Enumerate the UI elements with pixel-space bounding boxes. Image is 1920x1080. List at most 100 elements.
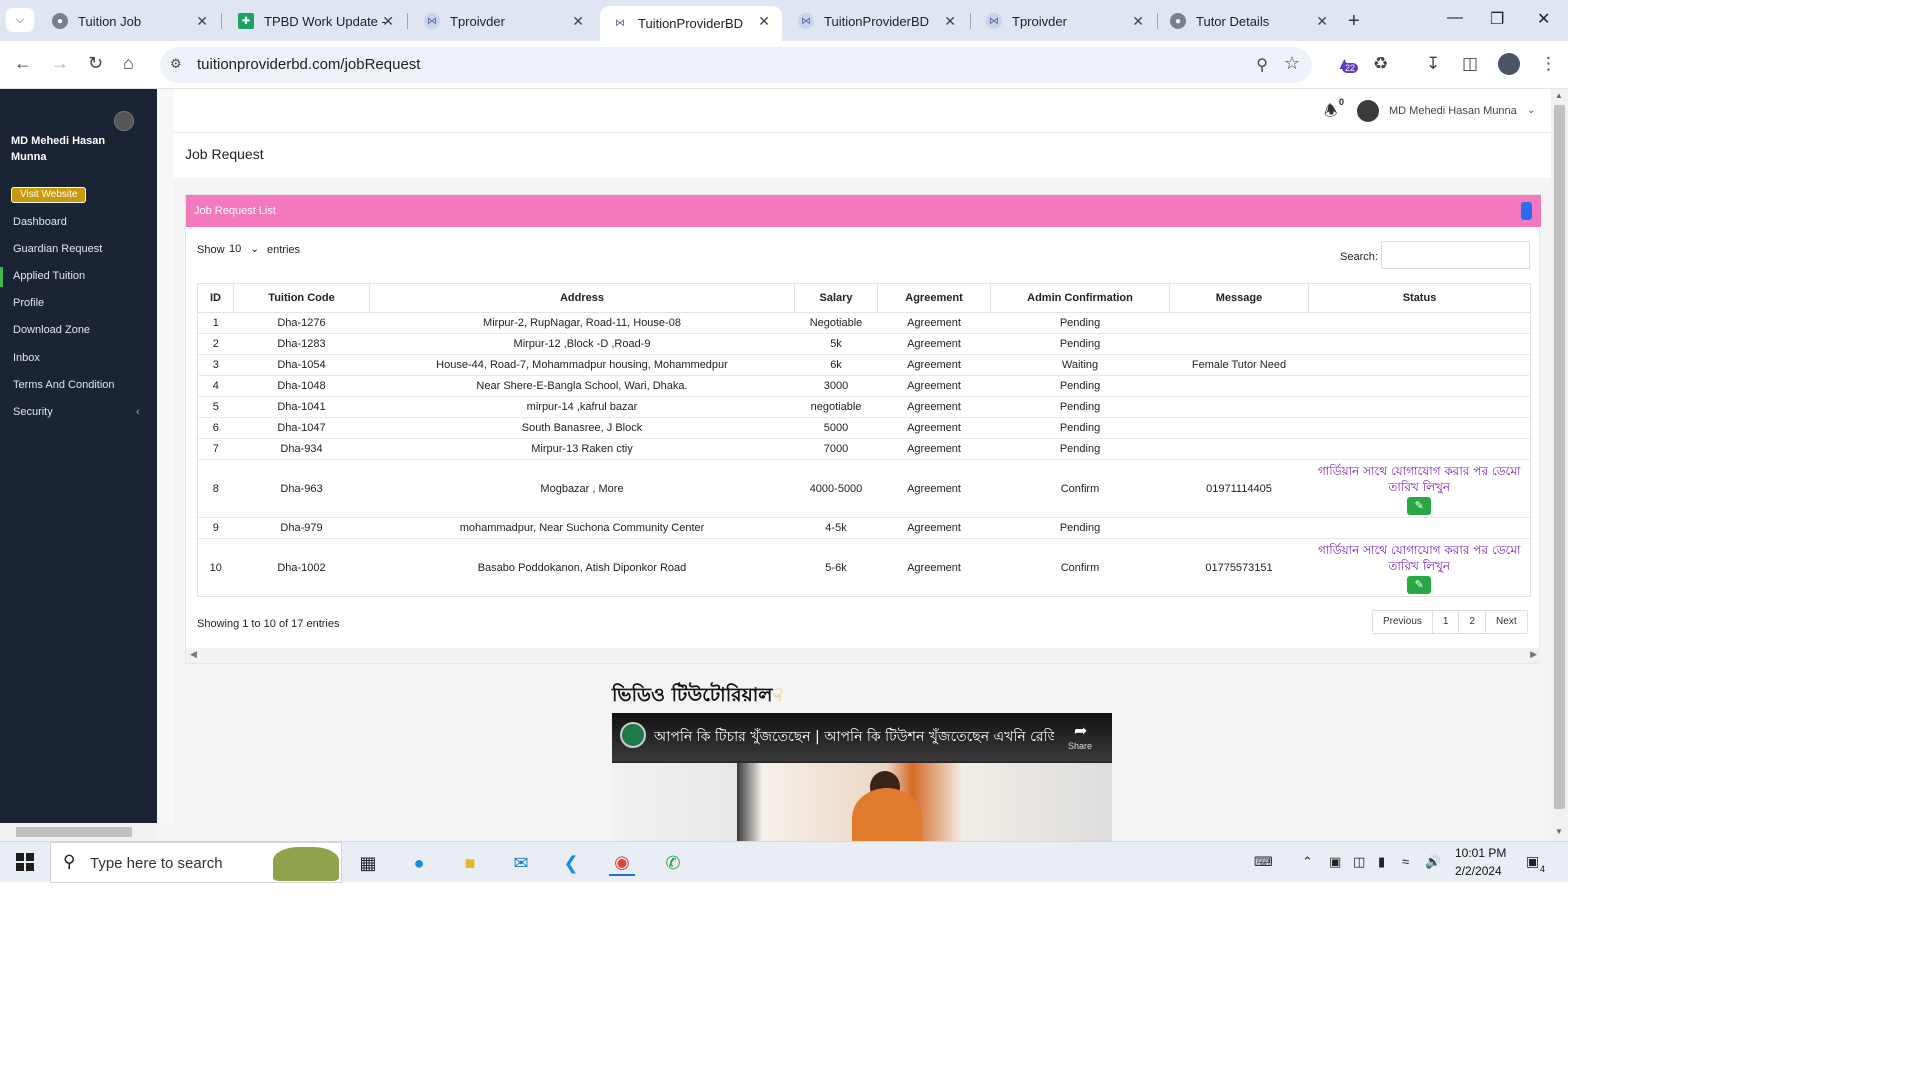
volume-icon[interactable]: 🔊 [1425,854,1441,870]
cell-agreement[interactable]: Agreement [877,517,991,539]
pagination-previous[interactable]: Previous [1373,611,1433,633]
tab-tuitionproviderbd-active[interactable]: ⋈ TuitionProviderBD ✕ [600,6,782,41]
sidebar-item-guardian-request[interactable]: Guardian Request [13,243,102,255]
sidebar-item-inbox[interactable]: Inbox [13,352,40,364]
sidebar-item-profile[interactable]: Profile [13,297,44,309]
column-header[interactable]: Message [1169,283,1309,313]
scroll-up-icon[interactable]: ▲ [1555,91,1563,100]
sidebar-item-security[interactable]: Security [13,406,53,418]
column-header[interactable]: Status [1308,283,1531,313]
tab-tproivder-2[interactable]: ⋈ Tproivder ✕ [974,6,1156,36]
restore-icon[interactable]: ❐ [1490,9,1504,29]
browser-menu-icon[interactable]: ⋮ [1540,54,1557,74]
scroll-down-icon[interactable]: ▼ [1555,827,1563,836]
card-tool-button[interactable] [1521,202,1532,220]
back-icon[interactable]: ← [14,53,32,74]
clock-time[interactable]: 10:01 PM [1455,846,1506,860]
chevron-down-icon[interactable]: ⌄ [1527,105,1535,116]
cell-agreement[interactable]: Agreement [877,312,991,334]
file-explorer-icon[interactable]: ■ [457,850,483,876]
cell-agreement[interactable]: Agreement [877,354,991,376]
tab-search-button[interactable]: ⌵ [6,8,34,32]
column-header[interactable]: Admin Confirmation [990,283,1170,313]
chevron-left-icon[interactable]: ‹ [136,406,140,418]
tab-tutor-details[interactable]: ● Tutor Details ✕ [1158,6,1340,36]
keyboard-icon[interactable]: ⌨ [1254,854,1273,870]
scroll-left-icon[interactable]: ◀ [190,649,197,660]
chrome-icon[interactable]: ◉ [609,850,635,876]
sidebar-item-dashboard[interactable]: Dashboard [13,216,67,228]
column-header[interactable]: Tuition Code [233,283,370,313]
pagination-page-2[interactable]: 2 [1459,611,1487,633]
edge-icon[interactable]: ● [406,850,432,876]
display-icon[interactable]: ◫ [1353,854,1365,870]
forward-icon[interactable]: → [51,53,69,74]
column-header[interactable]: Agreement [877,283,991,313]
edit-icon[interactable]: ✎ [1407,575,1432,594]
column-header[interactable]: Address [369,283,795,313]
column-header[interactable]: Salary [794,283,878,313]
wifi-icon[interactable]: ≈ [1402,854,1409,869]
vscode-icon[interactable]: ❮ [558,850,584,876]
bookmark-star-icon[interactable]: ☆ [1284,53,1300,74]
edit-icon[interactable]: ✎ [1407,496,1432,515]
table-horizontal-scrollbar[interactable]: ◀ ▶ [186,648,1541,663]
tab-tuitionproviderbd[interactable]: ⋈ TuitionProviderBD ✕ [786,6,968,36]
whatsapp-icon[interactable]: ✆ [660,850,686,876]
cell-agreement[interactable]: Agreement [877,417,991,439]
new-tab-button[interactable]: + [1348,10,1360,33]
page-vertical-scrollbar[interactable]: ▲ ▼ [1551,89,1568,841]
close-icon[interactable]: ✕ [382,13,394,30]
top-user-name[interactable]: MD Mehedi Hasan Munna [1389,105,1517,117]
visit-website-button[interactable]: Visit Website [11,187,87,203]
cell-agreement[interactable]: Agreement [877,438,991,460]
battery-icon[interactable]: ▮ [1378,854,1385,870]
close-icon[interactable]: ✕ [1316,13,1328,30]
taskbar-search[interactable]: ⚲ Type here to search [50,842,342,883]
close-icon[interactable]: ✕ [1132,13,1144,30]
entries-select[interactable]: 10 ⌄ [226,240,262,258]
close-icon[interactable]: ✕ [758,13,770,30]
minimize-icon[interactable]: — [1447,9,1463,27]
share-label[interactable]: Share [1068,741,1092,751]
windows-start-icon[interactable] [16,853,34,871]
bell-icon[interactable]: 🕭 [1324,101,1337,126]
chevron-up-icon[interactable]: ⌃ [1302,854,1313,870]
tab-tuition-job[interactable]: ● Tuition Job ✕ [40,6,220,36]
zoom-icon[interactable]: ⚲ [1256,55,1268,75]
tutorial-video[interactable]: আপনি কি টিচার খুঁজতেছেন | আপনি কি টিউশন … [612,713,1112,841]
cell-agreement[interactable]: Agreement [877,538,991,597]
site-info-icon[interactable]: ⚙ [170,56,182,72]
reload-icon[interactable]: ↻ [88,53,103,74]
sidebar-item-download-zone[interactable]: Download Zone [13,324,90,336]
tab-tproivder[interactable]: ⋈ Tproivder ✕ [412,6,596,36]
cell-agreement[interactable]: Agreement [877,396,991,418]
close-icon[interactable]: ✕ [944,13,956,30]
column-header[interactable]: ID [197,283,234,313]
pagination-next[interactable]: Next [1486,611,1527,633]
close-icon[interactable]: ✕ [572,13,584,30]
scrollbar-thumb[interactable] [1554,105,1565,809]
sidebar-item-terms[interactable]: Terms And Condition [13,379,115,391]
close-icon[interactable]: ✕ [196,13,208,30]
side-panel-icon[interactable]: ◫ [1462,54,1478,74]
search-input[interactable] [1381,241,1530,269]
user-avatar[interactable] [1357,100,1379,122]
url-bar[interactable]: ⚙ tuitionproviderbd.com/jobRequest ⚲ ☆ [160,47,1312,83]
tab-tpbd-work-update[interactable]: ✚ TPBD Work Update - ✕ [226,6,406,36]
cell-agreement[interactable]: Agreement [877,333,991,355]
browser-profile-avatar[interactable] [1498,53,1520,75]
sidebar-horizontal-scrollbar[interactable] [0,823,157,841]
content-left-scrollbar[interactable] [157,89,174,823]
pagination-page-1[interactable]: 1 [1432,611,1460,633]
download-icon[interactable]: ↧ [1426,54,1440,74]
share-icon[interactable]: ➦ [1074,721,1087,741]
channel-logo[interactable] [620,722,646,748]
meet-icon[interactable]: ▣ [1329,854,1341,870]
notification-center-icon[interactable]: ▣ [1526,853,1539,870]
scroll-right-icon[interactable]: ▶ [1530,649,1537,660]
task-view-icon[interactable]: ▦ [355,850,381,876]
video-title[interactable]: আপনি কি টিচার খুঁজতেছেন | আপনি কি টিউশন … [654,725,1054,749]
mail-icon[interactable]: ✉ [508,850,534,876]
extensions-puzzle-icon[interactable]: ♻ [1373,54,1388,74]
